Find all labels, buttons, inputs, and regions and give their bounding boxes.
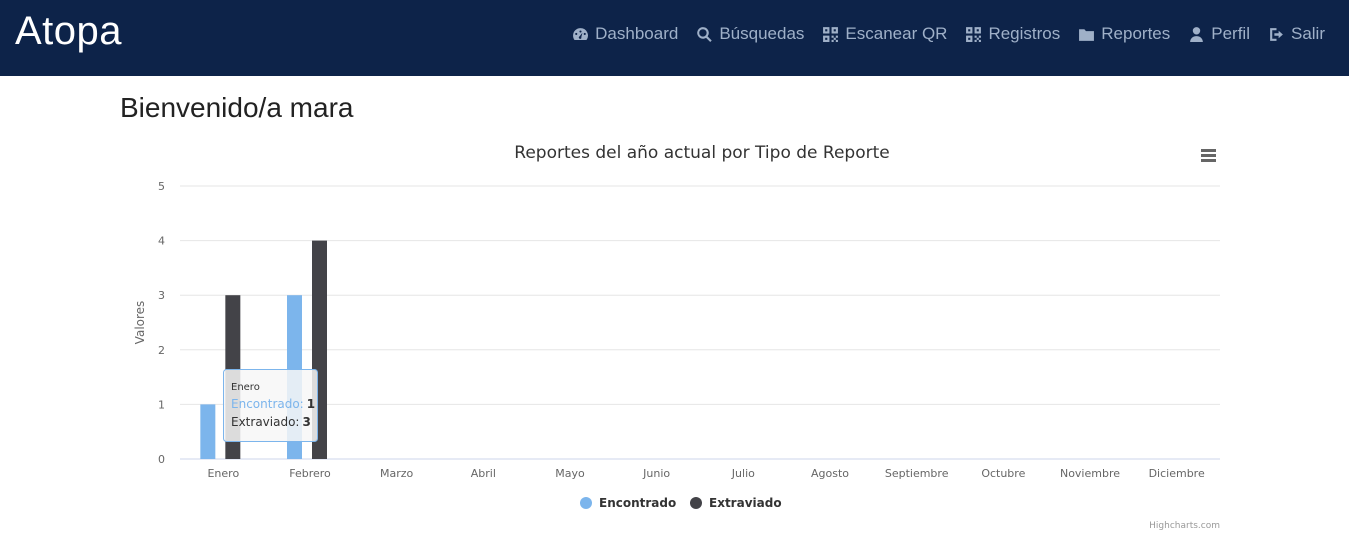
brand-logo-link[interactable]: Atopa xyxy=(15,9,122,54)
y-tick-label: 5 xyxy=(158,180,165,193)
x-tick-label: Abril xyxy=(471,467,496,480)
nav-item-busquedas[interactable]: Búsquedas xyxy=(696,24,804,44)
y-axis-title: Valores xyxy=(133,301,147,345)
x-tick-label: Noviembre xyxy=(1060,467,1120,480)
credits-link[interactable]: Highcharts.com xyxy=(1149,521,1220,531)
nav-item-escanear-qr[interactable]: Escanear QR xyxy=(822,24,947,44)
y-tick-label: 4 xyxy=(158,235,165,248)
nav-label-busquedas: Búsquedas xyxy=(719,24,805,43)
nav-label-perfil: Perfil xyxy=(1211,24,1250,43)
y-tick-label: 1 xyxy=(158,398,165,411)
qr-code-icon xyxy=(823,26,839,42)
nav-item-salir[interactable]: Salir xyxy=(1268,24,1325,44)
tooltip-row-encontrado: Encontrado: 1 xyxy=(231,397,315,411)
nav-label-reportes: Reportes xyxy=(1101,24,1171,43)
tooltip-row-extraviado: Extraviado: 3 xyxy=(231,415,311,429)
qr-code-icon xyxy=(966,26,982,42)
x-tick-label: Marzo xyxy=(380,467,414,480)
x-tick-label: Octubre xyxy=(981,467,1025,480)
nav-label-salir: Salir xyxy=(1290,24,1325,43)
y-tick-label: 0 xyxy=(158,453,165,466)
nav-label-registros: Registros xyxy=(988,24,1061,43)
legend-item-encontrado[interactable]: Encontrado xyxy=(599,496,676,510)
legend-marker-extraviado xyxy=(690,497,702,509)
nav-label-escanear-qr: Escanear QR xyxy=(845,24,948,43)
nav-item-registros[interactable]: Registros xyxy=(965,24,1060,44)
x-tick-label: Julio xyxy=(731,467,755,480)
legend-marker-encontrado xyxy=(580,497,592,509)
nav-label-dashboard: Dashboard xyxy=(595,24,679,43)
nav-item-perfil[interactable]: Perfil xyxy=(1188,24,1250,44)
tooltip-header: Enero xyxy=(231,382,260,393)
reports-chart: Reportes del año actual por Tipo de Repo… xyxy=(133,143,1220,531)
x-tick-label: Junio xyxy=(642,467,670,480)
dashboard-gauge-icon xyxy=(573,27,589,40)
chart-container: Reportes del año actual por Tipo de Repo… xyxy=(120,136,1230,541)
x-tick-label: Mayo xyxy=(555,467,585,480)
y-tick-label: 2 xyxy=(158,344,165,357)
sign-out-icon xyxy=(1270,27,1283,41)
x-tick-label: Febrero xyxy=(289,467,331,480)
top-navbar: Atopa Dashboard Búsquedas Escanear QR Re… xyxy=(0,0,1349,76)
x-tick-label: Enero xyxy=(207,467,239,480)
welcome-heading: Bienvenido/a mara xyxy=(120,92,354,123)
nav-item-reportes[interactable]: Reportes xyxy=(1078,24,1170,44)
x-tick-label: Agosto xyxy=(811,467,849,480)
x-tick-label: Diciembre xyxy=(1149,467,1205,480)
search-icon xyxy=(697,26,713,42)
user-icon xyxy=(1190,26,1204,42)
x-tick-label: Septiembre xyxy=(885,467,949,480)
bar-encontrado-enero xyxy=(200,404,216,459)
chart-menu-icon[interactable] xyxy=(1201,149,1216,162)
folder-icon xyxy=(1079,28,1095,41)
chart-title: Reportes del año actual por Tipo de Repo… xyxy=(514,143,889,163)
nav-item-dashboard[interactable]: Dashboard xyxy=(572,24,678,44)
y-tick-label: 3 xyxy=(158,289,165,302)
main-nav: Dashboard Búsquedas Escanear QR Registro… xyxy=(572,24,1325,44)
legend-item-extraviado[interactable]: Extraviado xyxy=(709,496,782,510)
